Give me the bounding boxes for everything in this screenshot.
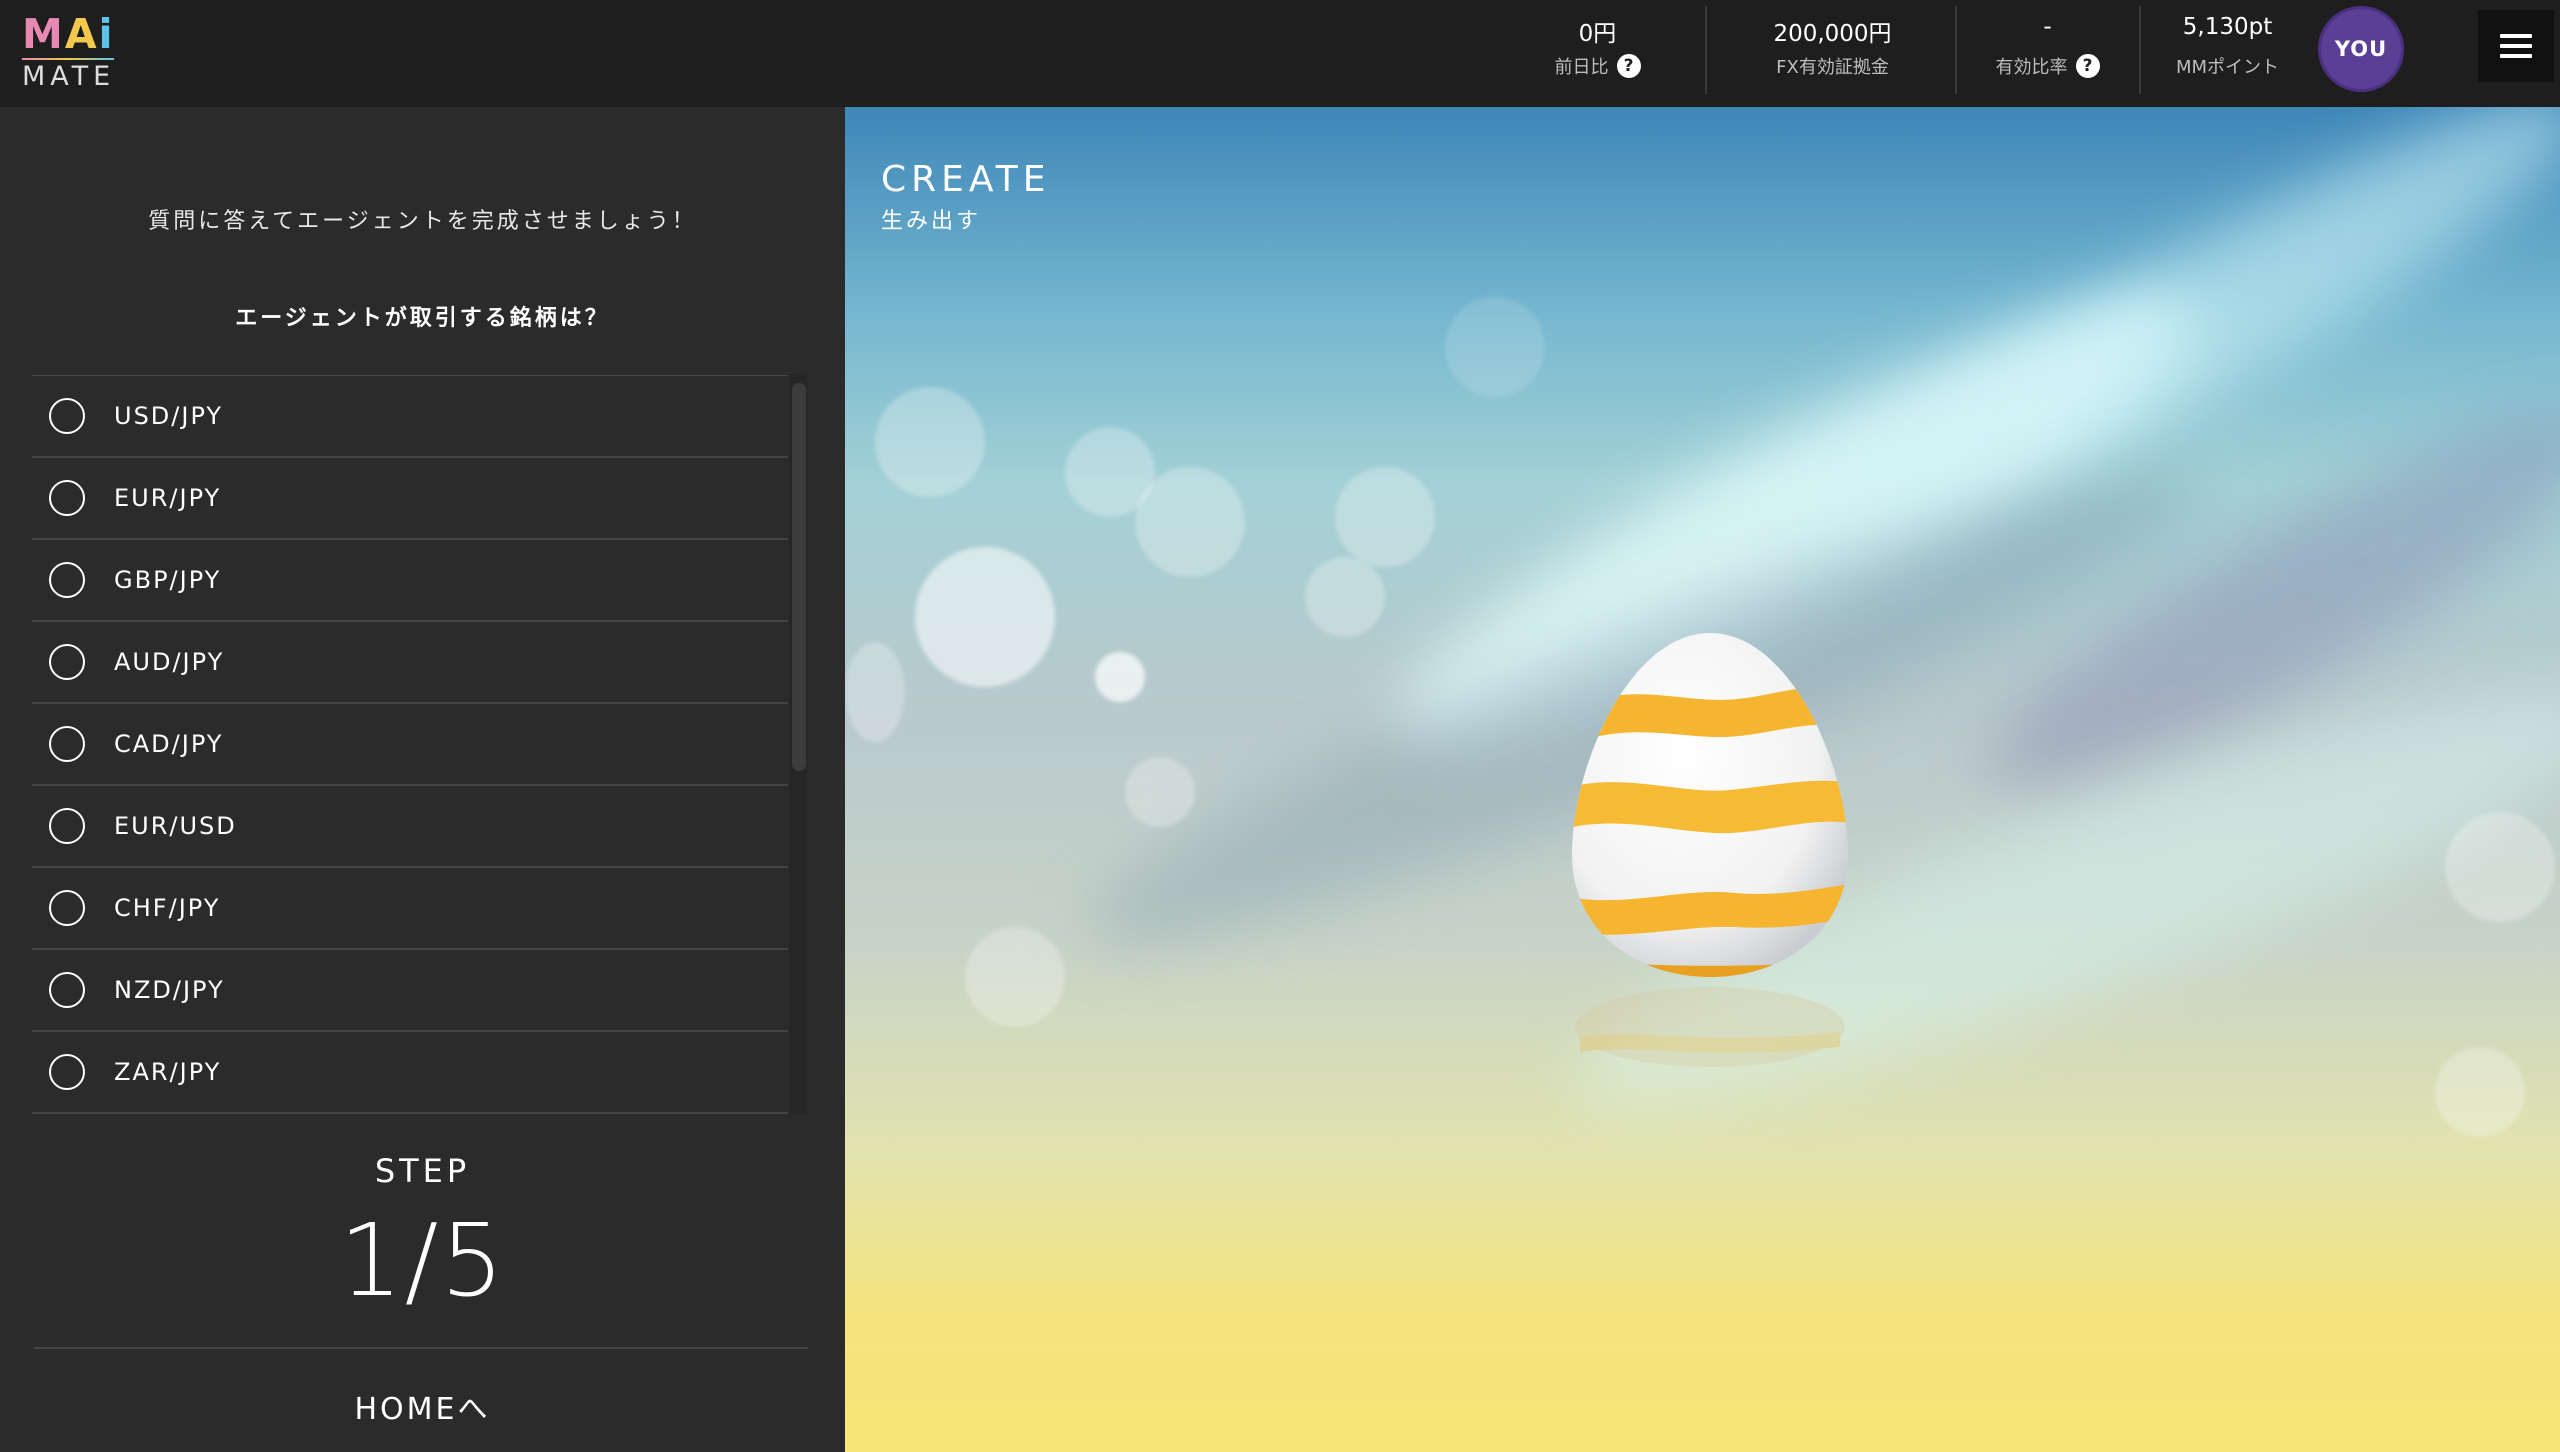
- option-aud-jpy[interactable]: AUD/JPY: [32, 622, 788, 704]
- bokeh-light: [1445, 297, 1545, 397]
- radio-icon[interactable]: [49, 562, 85, 598]
- option-chf-jpy[interactable]: CHF/JPY: [32, 868, 788, 950]
- help-icon[interactable]: ?: [2075, 54, 2100, 78]
- stat-effective-ratio: - 有効比率 ?: [1985, 0, 2110, 107]
- bokeh-light: [1095, 652, 1145, 702]
- hamburger-menu-button[interactable]: [2478, 10, 2554, 82]
- option-usd-jpy[interactable]: USD/JPY: [32, 376, 788, 458]
- scene-subtitle: 生み出す: [881, 209, 982, 234]
- option-gbp-jpy[interactable]: GBP/JPY: [32, 540, 788, 622]
- option-eur-jpy[interactable]: EUR/JPY: [32, 458, 788, 540]
- bokeh-light: [1305, 557, 1385, 637]
- hamburger-icon: [2500, 34, 2532, 38]
- stat-fx-margin: 200,000円 FX有効証拠金: [1773, 21, 1892, 78]
- radio-icon[interactable]: [49, 726, 85, 762]
- intro-text: 質問に答えてエージェントを完成させましょう！: [148, 209, 697, 234]
- egg-reflection: [1575, 987, 1845, 1067]
- option-eur-usd[interactable]: EUR/USD: [32, 786, 788, 868]
- radio-icon[interactable]: [49, 1054, 85, 1090]
- scene-title: CREATE: [881, 159, 1051, 200]
- step-label: STEP: [374, 1152, 471, 1190]
- bokeh-light: [2435, 1047, 2525, 1137]
- radio-icon[interactable]: [49, 644, 85, 680]
- stat-daily-change: 0円 前日比 ?: [1530, 0, 1665, 107]
- agent-egg-icon[interactable]: [1560, 625, 1860, 985]
- mai-mate-logo[interactable]: M A i MATE: [22, 12, 118, 91]
- option-cad-jpy[interactable]: CAD/JPY: [32, 704, 788, 786]
- create-scene: CREATE 生み出す: [845, 107, 2560, 1452]
- top-header: M A i MATE 0円 前日比 ? 200,000円 FX有効証拠金 - 有…: [0, 0, 2560, 107]
- radio-icon[interactable]: [49, 890, 85, 926]
- currency-pair-list[interactable]: USD/JPY EUR/JPY GBP/JPY AUD/JPY CAD/JPY …: [32, 375, 788, 1114]
- divider: [2139, 6, 2141, 94]
- help-icon[interactable]: ?: [1616, 54, 1641, 78]
- bokeh-light: [965, 927, 1065, 1027]
- user-avatar-badge[interactable]: YOU: [2318, 6, 2404, 92]
- option-zar-jpy[interactable]: ZAR/JPY: [32, 1032, 788, 1114]
- step-counter: 1/5: [339, 1202, 506, 1319]
- bokeh-light: [2445, 812, 2555, 922]
- divider: [34, 1347, 808, 1349]
- divider: [1955, 6, 1957, 94]
- list-scrollbar[interactable]: [789, 375, 807, 1114]
- bokeh-light: [875, 387, 985, 497]
- option-nzd-jpy[interactable]: NZD/JPY: [32, 950, 788, 1032]
- bokeh-light: [1335, 467, 1435, 567]
- question-text: エージェントが取引する銘柄は？: [235, 306, 610, 331]
- home-link[interactable]: HOMEへ: [0, 1384, 845, 1428]
- question-panel: 質問に答えてエージェントを完成させましょう！ エージェントが取引する銘柄は？ U…: [0, 107, 845, 1452]
- radio-icon[interactable]: [49, 480, 85, 516]
- bokeh-light: [915, 547, 1055, 687]
- bokeh-light: [1135, 467, 1245, 577]
- divider: [1705, 6, 1707, 94]
- radio-icon[interactable]: [49, 808, 85, 844]
- stat-mm-points: 5,130pt MMポイント: [2175, 14, 2280, 78]
- radio-icon[interactable]: [49, 398, 85, 434]
- bokeh-light: [845, 642, 905, 742]
- radio-icon[interactable]: [49, 972, 85, 1008]
- bokeh-light: [1125, 757, 1195, 827]
- scrollbar-thumb[interactable]: [792, 383, 806, 771]
